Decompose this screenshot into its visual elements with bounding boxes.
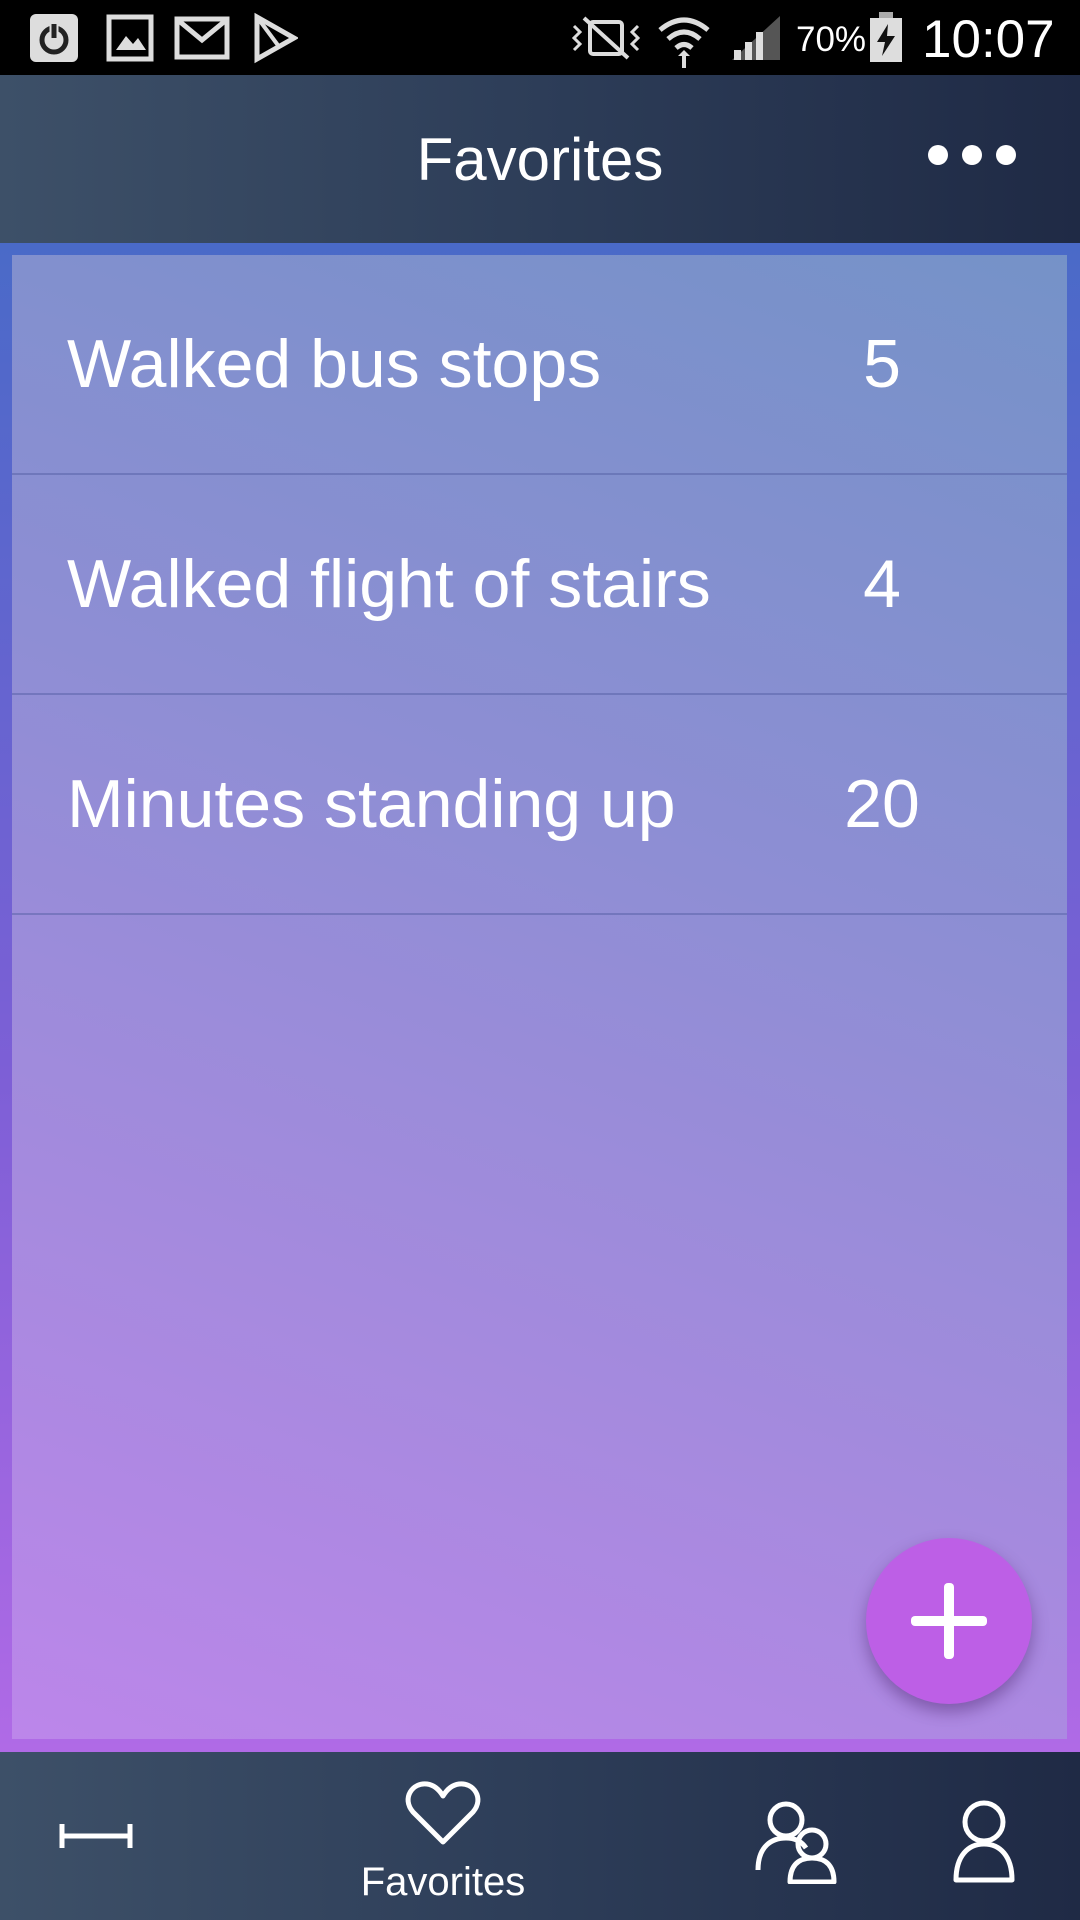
app-header: Favorites [0, 75, 1080, 243]
nav-favorites[interactable]: Favorites [343, 1752, 543, 1920]
page-title: Favorites [416, 126, 664, 193]
favorite-label: Walked flight of stairs [67, 546, 711, 622]
status-bar: 70% 10:07 [0, 0, 1080, 75]
favorite-value: 4 [863, 546, 901, 622]
more-dot [962, 145, 982, 165]
favorite-row[interactable]: Minutes standing up 20 [12, 695, 1067, 915]
favorite-label: Minutes standing up [67, 766, 676, 842]
more-options-button[interactable] [922, 135, 1022, 175]
favorite-row[interactable]: Walked bus stops 5 [12, 255, 1067, 475]
plus-bar [944, 1583, 954, 1659]
clock: 10:07 [922, 10, 1055, 69]
nav-measure[interactable] [20, 1752, 170, 1920]
power-icon [28, 12, 80, 69]
battery-percent: 70% [796, 20, 867, 59]
add-favorite-button[interactable] [866, 1538, 1032, 1704]
nav-group[interactable] [740, 1752, 860, 1920]
battery-charging-icon [868, 12, 904, 69]
person-icon [953, 1800, 1015, 1883]
more-dot [996, 145, 1016, 165]
favorite-value: 5 [863, 326, 901, 402]
favorite-value: 20 [844, 766, 920, 842]
signal-icon [728, 12, 784, 69]
wifi-icon [656, 12, 712, 73]
measure-icon [59, 1824, 133, 1848]
nav-favorites-label: Favorites [360, 1860, 526, 1904]
heart-icon [405, 1781, 481, 1845]
screen: 70% 10:07 Favorites Walked bus stops 5 W [0, 0, 1080, 1920]
vibrate-icon [570, 12, 642, 69]
nav-profile[interactable] [930, 1752, 1040, 1920]
favorite-row[interactable]: Walked flight of stairs 4 [12, 475, 1067, 695]
play-store-icon [252, 12, 300, 69]
bottom-nav: Favorites [0, 1752, 1080, 1920]
content-frame: Walked bus stops 5 Walked flight of stai… [0, 243, 1080, 1752]
gmail-icon [174, 12, 230, 69]
favorite-label: Walked bus stops [67, 326, 602, 402]
group-icon [755, 1801, 837, 1884]
favorites-list: Walked bus stops 5 Walked flight of stai… [12, 255, 1067, 1739]
gallery-icon [106, 12, 154, 69]
more-horizontal-icon [928, 145, 948, 165]
